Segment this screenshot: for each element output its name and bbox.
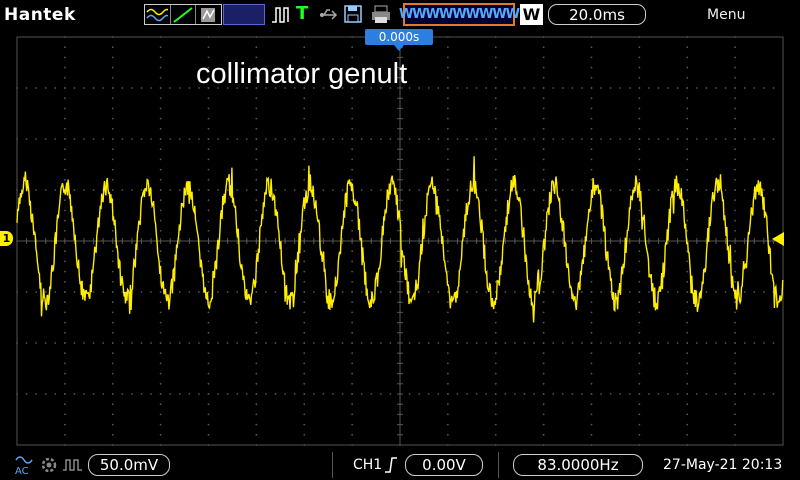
save-icon[interactable] — [343, 4, 363, 25]
trigger-status-marker: T — [296, 3, 309, 24]
frequency-readout: 83.0000Hz — [513, 454, 643, 476]
graticule-grid — [16, 36, 784, 446]
menu-button[interactable]: Menu — [707, 7, 745, 23]
waveform-graticule — [16, 36, 784, 446]
ch1-level-marker[interactable]: 1 — [0, 231, 13, 246]
trigger-level-marker[interactable] — [772, 232, 784, 246]
gear-icon[interactable] — [39, 455, 59, 476]
top-toolbar: Hantek T WWWWWWWWW W 20.0ms Menu — [0, 0, 800, 30]
ac-coupling-icon[interactable]: AC — [14, 453, 34, 477]
window-indicator[interactable]: W — [520, 4, 543, 25]
acquire-mode-selector[interactable] — [144, 4, 222, 25]
waveform-preview-text: WWWWWWWWW — [398, 7, 520, 22]
bottom-status-bar: AC 50.0mV CH1 0.00V 83.0000Hz 27-May-21 … — [0, 450, 800, 480]
trigger-level-readout[interactable]: 0.00V — [405, 454, 483, 476]
datetime-display: 27-May-21 20:13 — [663, 457, 783, 473]
persistence-mode-icon[interactable] — [196, 5, 221, 24]
usb-icon[interactable] — [318, 4, 338, 25]
divider — [498, 452, 499, 478]
waveform-overview[interactable]: WWWWWWWWW — [399, 3, 520, 26]
printer-icon[interactable] — [370, 4, 392, 25]
normal-wave-icon[interactable] — [145, 5, 171, 24]
svg-text:AC: AC — [15, 466, 29, 477]
bandwidth-limit-icon[interactable] — [62, 456, 84, 477]
pulse-trigger-icon[interactable] — [270, 4, 292, 25]
vector-mode-icon[interactable] — [171, 5, 197, 24]
waveform-screen[interactable] — [0, 30, 800, 450]
rising-edge-icon[interactable] — [383, 455, 399, 476]
brand-logo: Hantek — [4, 5, 76, 25]
timebase-display[interactable]: 20.0ms — [548, 4, 646, 25]
trigger-position-readout[interactable]: 0.000s — [365, 29, 433, 45]
volts-per-div[interactable]: 50.0mV — [88, 454, 170, 476]
trigger-source-label[interactable]: CH1 — [353, 457, 382, 473]
status-display — [223, 4, 265, 25]
trigger-position-arrow[interactable] — [394, 45, 404, 51]
divider — [332, 452, 333, 478]
screen-annotation: collimator genult — [196, 58, 408, 90]
